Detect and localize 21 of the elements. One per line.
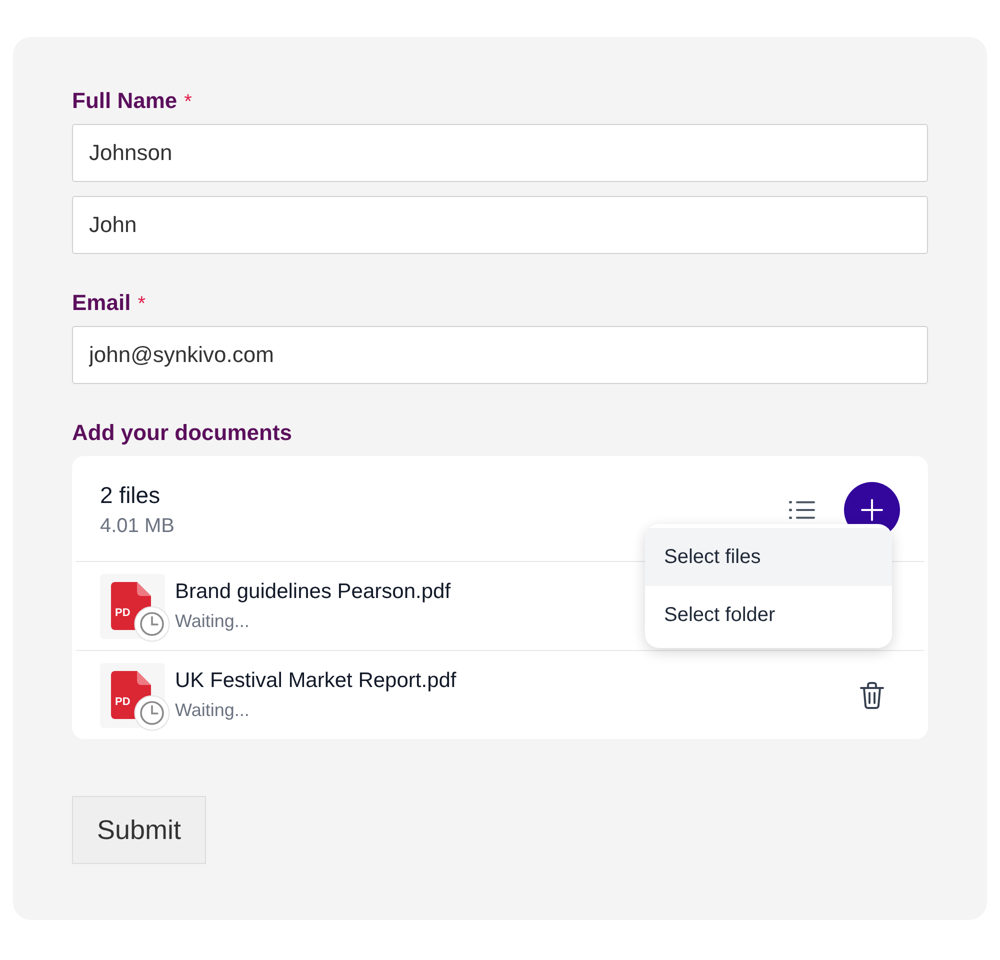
trash-icon[interactable] [860, 682, 884, 708]
submit-button[interactable]: Submit [72, 796, 206, 864]
text-input[interactable]: Johnson [72, 124, 928, 182]
section-label: Add your documents [72, 420, 292, 446]
file-name: UK Festival Market Report.pdf [175, 668, 456, 694]
plus-icon [861, 499, 883, 521]
total-size: 4.01 MB [100, 514, 174, 539]
required-mark: * [138, 293, 146, 315]
menu-item[interactable]: Select folder [645, 586, 892, 644]
required-mark: * [184, 91, 192, 113]
file-status: Waiting... [175, 699, 250, 722]
menu-item[interactable]: Select files [645, 528, 892, 586]
file-name: Brand guidelines Pearson.pdf [175, 579, 451, 605]
field-label: Email [72, 290, 131, 316]
list-view-icon[interactable] [789, 500, 815, 520]
file-status: Waiting... [175, 610, 250, 633]
field-label: Full Name [72, 88, 178, 114]
file-type-label: PD [115, 606, 130, 618]
text-input[interactable]: John [72, 196, 928, 254]
file-count: 2 files [100, 481, 160, 509]
file-type-label: PD [115, 696, 130, 708]
